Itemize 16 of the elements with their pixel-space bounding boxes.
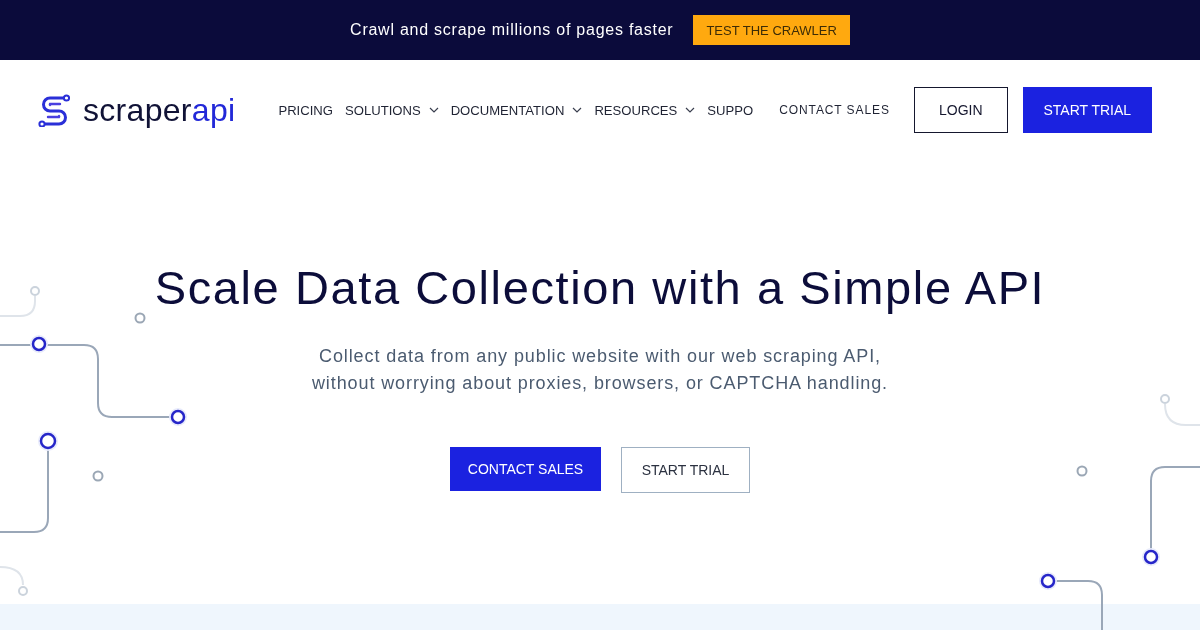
primary-button[interactable]: CONTACT SALES: [450, 447, 601, 491]
logo-text[interactable]: scraperapi: [83, 92, 236, 128]
primary-button[interactable]: START TRIAL: [1022, 87, 1152, 133]
nav-link[interactable]: PRICING: [278, 102, 333, 118]
nav-link[interactable]: DOCUMENTATION: [450, 102, 583, 118]
contact-sales-link[interactable]: CONTACT SALES: [779, 103, 890, 117]
hero-heading: Scale Data Collection with a Simple API: [154, 261, 1046, 315]
nav-link[interactable]: SOLUTIONS: [345, 102, 439, 118]
promo-text: Crawl and scrape millions of pages faster: [350, 21, 674, 39]
outline-button[interactable]: LOGIN: [913, 87, 1008, 133]
outline-button[interactable]: START TRIAL: [621, 447, 750, 493]
nav-link[interactable]: SUPPO: [707, 102, 754, 118]
hero-subtitle: Collect data from any public website with our web scraping API, without worrying about proxies, browsers, or CAPTCHA handling.: [310, 345, 889, 395]
logo-icon[interactable]: [38, 93, 70, 127]
nav-link[interactable]: RESOURCES: [594, 102, 696, 118]
test-crawler-button[interactable]: TEST THE CRAWLER: [693, 15, 850, 45]
